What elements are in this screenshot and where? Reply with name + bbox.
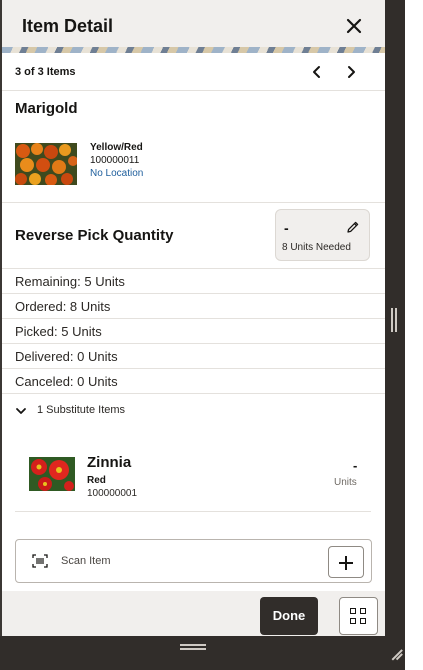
item-detail-panel: Item Detail 3 of 3 Items Marigold Yellow… — [2, 0, 385, 636]
grid-icon-cell — [360, 608, 366, 614]
item-color: Yellow/Red — [90, 142, 143, 153]
chevron-down-icon — [16, 408, 26, 414]
substitute-color: Red — [87, 475, 106, 486]
reverse-pick-quantity-value: - — [284, 220, 289, 236]
grid-view-button[interactable] — [339, 597, 378, 635]
add-item-button[interactable] — [328, 546, 364, 578]
stat-picked: Picked: 5 Units — [15, 324, 102, 339]
vertical-resize-grip-icon[interactable] — [390, 308, 398, 332]
window-frame-bottom — [0, 636, 405, 670]
grid-icon-cell — [360, 618, 366, 624]
grid-icon-cell — [350, 618, 356, 624]
item-location-link[interactable]: No Location — [90, 167, 143, 180]
reverse-pick-title: Reverse Pick Quantity — [15, 227, 174, 244]
divider — [2, 202, 385, 203]
next-item-button[interactable] — [342, 63, 360, 81]
substitutes-label: 1 Substitute Items — [37, 404, 126, 416]
grid-icon — [350, 608, 356, 614]
stat-ordered: Ordered: 8 Units — [15, 299, 111, 314]
item-meta: Yellow/Red 100000011 No Location — [90, 141, 143, 180]
stat-canceled: Canceled: 0 Units — [15, 374, 118, 389]
stat-row-canceled: Canceled: 0 Units — [2, 369, 385, 394]
zinnia-photo — [29, 457, 75, 491]
window-frame-right — [385, 0, 405, 670]
stat-row-picked: Picked: 5 Units — [2, 319, 385, 344]
chevron-left-icon — [313, 66, 320, 78]
item-sku: 100000011 — [90, 155, 140, 166]
item-count-label: 3 of 3 Items — [15, 66, 76, 78]
stat-row-ordered: Ordered: 8 Units — [2, 294, 385, 319]
scan-item-label: Scan Item — [61, 555, 111, 567]
page-title: Item Detail — [22, 16, 114, 36]
plus-icon-vertical — [345, 555, 347, 570]
marigold-photo — [15, 143, 77, 185]
stat-row-delivered: Delivered: 0 Units — [2, 344, 385, 369]
done-button[interactable]: Done — [260, 597, 318, 635]
close-button[interactable] — [342, 14, 366, 38]
reverse-pick-quantity-button[interactable]: - 8 Units Needed — [275, 209, 370, 261]
stat-delivered: Delivered: 0 Units — [15, 349, 118, 364]
item-name: Marigold — [15, 100, 78, 117]
item-navigation-bar: 3 of 3 Items — [2, 53, 385, 91]
barcode-scan-icon — [32, 554, 48, 568]
close-icon — [346, 18, 362, 34]
chevron-right-icon — [348, 66, 355, 78]
corner-resize-icon[interactable] — [388, 643, 403, 661]
panel-header: Item Detail — [2, 0, 385, 53]
scan-item-field[interactable]: Scan Item — [15, 539, 372, 583]
stat-row-remaining: Remaining: 5 Units — [2, 269, 385, 294]
substitute-quantity: - — [353, 458, 358, 473]
substitute-sku: 100000001 — [87, 488, 138, 499]
horizontal-resize-grip-icon[interactable] — [180, 644, 206, 650]
substitute-item-card[interactable]: Zinnia Red 100000001 - Units — [15, 440, 371, 512]
substitute-name: Zinnia — [87, 454, 132, 471]
pencil-icon — [347, 221, 359, 233]
previous-item-button[interactable] — [308, 63, 326, 81]
units-needed-label: 8 Units Needed — [282, 242, 351, 253]
stat-remaining: Remaining: 5 Units — [15, 274, 125, 289]
substitute-units-label: Units — [334, 477, 357, 488]
panel-footer — [2, 591, 385, 636]
